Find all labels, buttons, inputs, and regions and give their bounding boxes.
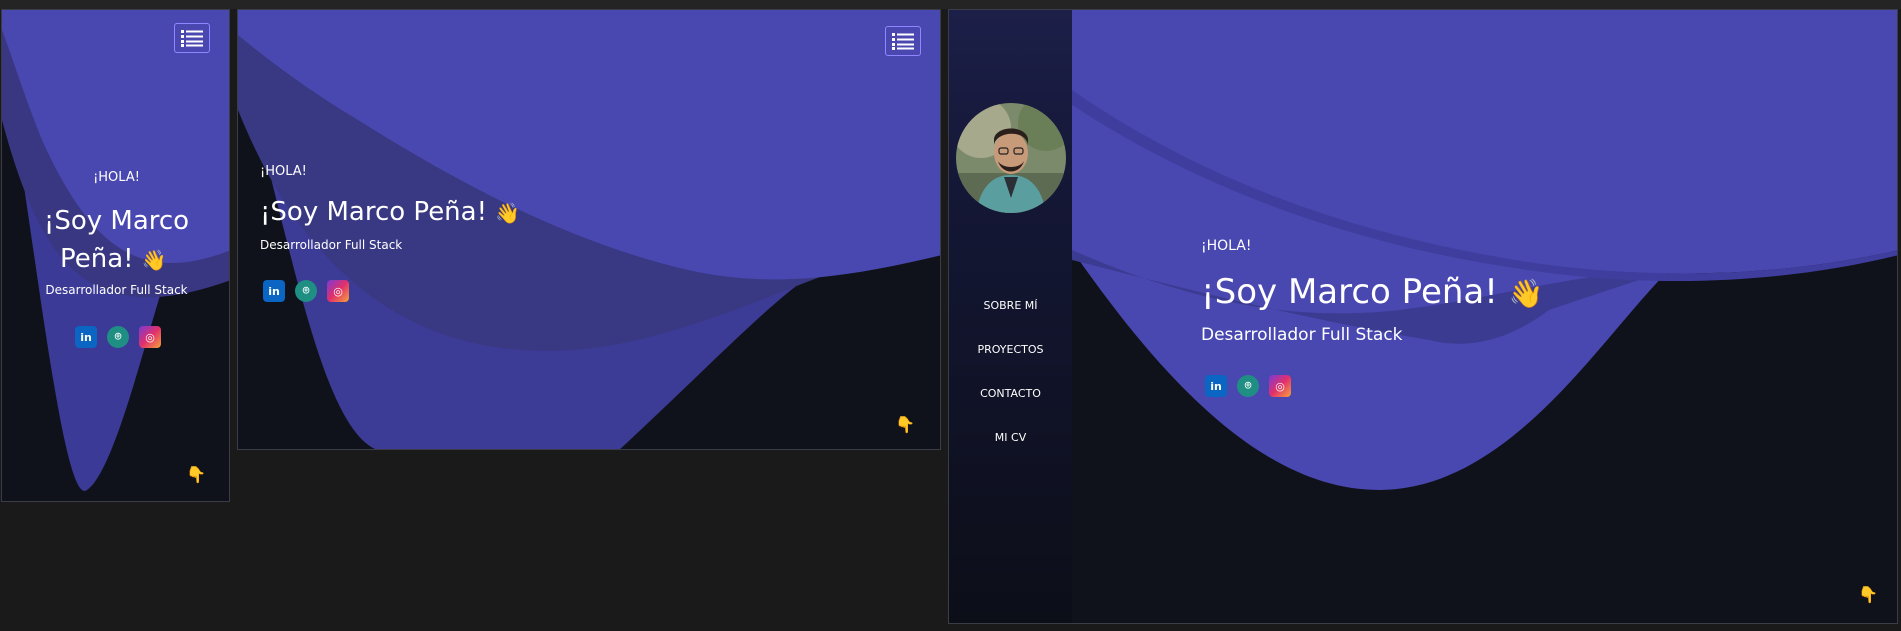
- profile-photo: [956, 103, 1066, 213]
- hand-pointing-down-icon[interactable]: 👇: [186, 465, 206, 484]
- hero-name: ¡Soy Marco Peña! 👋: [1201, 272, 1544, 312]
- nav-item-contacto[interactable]: CONTACTO: [949, 387, 1072, 400]
- avatar: [956, 103, 1066, 213]
- hero-name-line2-text: Peña!: [60, 244, 134, 274]
- instagram-icon[interactable]: ◎: [1269, 375, 1291, 397]
- menu-toggle-button[interactable]: [174, 23, 210, 53]
- tablet-preview: ¡HOLA! ¡Soy Marco Peña! 👋 Desarrollador …: [237, 9, 941, 450]
- hamburger-list-icon: [181, 30, 203, 47]
- mobile-preview: ¡HOLA! ¡Soy Marco Peña! 👋 Desarrollador …: [1, 9, 230, 502]
- hero-name-line2: Peña! 👋: [60, 244, 167, 274]
- browser-top-strip: [0, 0, 1901, 9]
- github-icon[interactable]: ⌾: [1237, 375, 1259, 397]
- hero-name: ¡Soy Marco Peña! 👋: [260, 197, 520, 227]
- hero-background-waves: [238, 10, 940, 449]
- waving-hand-icon: 👋: [1508, 277, 1544, 310]
- github-icon[interactable]: ⌾: [295, 280, 317, 302]
- hero-role: Desarrollador Full Stack: [260, 238, 403, 252]
- linkedin-icon[interactable]: in: [1205, 375, 1227, 397]
- hero-name-line1: ¡Soy Marco: [43, 206, 190, 236]
- hand-pointing-down-icon[interactable]: 👇: [1858, 585, 1878, 604]
- hand-pointing-down-icon[interactable]: 👇: [895, 415, 915, 434]
- nav-item-sobre-mi[interactable]: SOBRE MÍ: [949, 299, 1072, 312]
- menu-toggle-button[interactable]: [885, 26, 921, 56]
- waving-hand-icon: 👋: [141, 248, 167, 272]
- instagram-icon[interactable]: ◎: [327, 280, 349, 302]
- hero-role: Desarrollador Full Stack: [1201, 325, 1403, 345]
- waving-hand-icon: 👋: [495, 201, 521, 225]
- github-icon[interactable]: ⌾: [107, 326, 129, 348]
- greeting-text: ¡HOLA!: [1201, 238, 1252, 254]
- hero-role: Desarrollador Full Stack: [45, 283, 188, 297]
- sidebar: SOBRE MÍ PROYECTOS CONTACTO MI CV: [949, 10, 1072, 623]
- linkedin-icon[interactable]: in: [75, 326, 97, 348]
- greeting-text: ¡HOLA!: [260, 164, 307, 179]
- instagram-icon[interactable]: ◎: [139, 326, 161, 348]
- hero-background-waves: [1072, 10, 1897, 490]
- hamburger-list-icon: [892, 33, 914, 50]
- social-links: in ⌾ ◎: [75, 326, 161, 348]
- social-links: in ⌾ ◎: [263, 280, 349, 302]
- hero-name-text: ¡Soy Marco Peña!: [260, 197, 488, 227]
- hero-name-text: ¡Soy Marco Peña!: [1201, 272, 1498, 312]
- nav-item-mi-cv[interactable]: MI CV: [949, 431, 1072, 444]
- social-links: in ⌾ ◎: [1205, 375, 1291, 397]
- nav-item-proyectos[interactable]: PROYECTOS: [949, 343, 1072, 356]
- greeting-text: ¡HOLA!: [93, 170, 140, 185]
- linkedin-icon[interactable]: in: [263, 280, 285, 302]
- desktop-preview: SOBRE MÍ PROYECTOS CONTACTO MI CV ¡HOLA!…: [948, 9, 1898, 624]
